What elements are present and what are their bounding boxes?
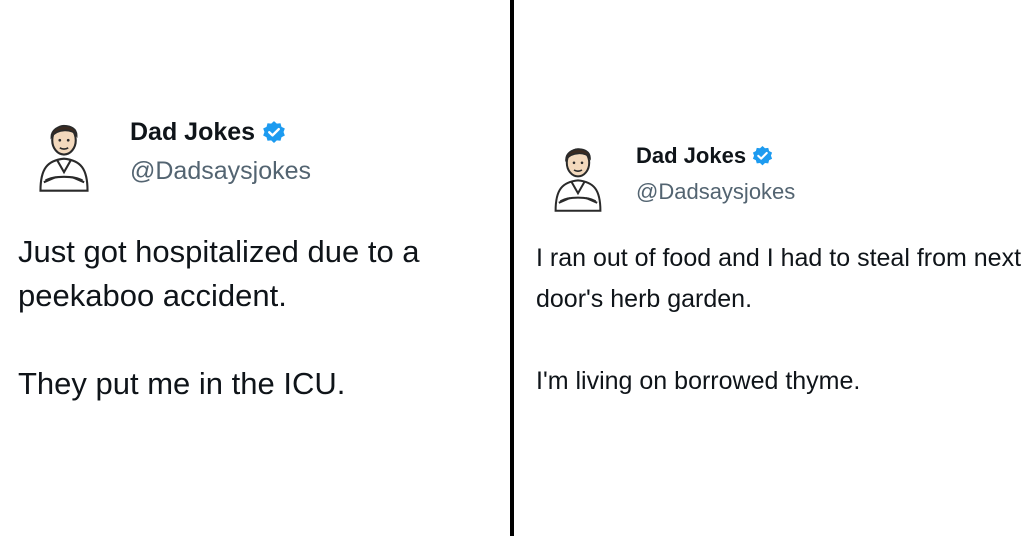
tweet-header: Dad Jokes @Dadsaysjokes	[22, 110, 311, 194]
name-block: Dad Jokes @Dadsaysjokes	[636, 143, 795, 205]
name-row: Dad Jokes	[636, 143, 795, 169]
verified-badge-icon	[752, 145, 773, 165]
tweet-card-left: Dad Jokes @Dadsaysjokes Just got hospita…	[0, 0, 510, 536]
tweet-paragraph: I'm living on borrowed thyme.	[536, 367, 861, 395]
user-handle[interactable]: @Dadsaysjokes	[130, 157, 311, 186]
cartoon-man-avatar-icon[interactable]	[538, 134, 618, 214]
tweet-text: Just got hospitalized due to a peekaboo …	[18, 230, 506, 406]
user-handle[interactable]: @Dadsaysjokes	[636, 179, 795, 205]
display-name[interactable]: Dad Jokes	[130, 118, 255, 147]
tweet-paragraph: Just got hospitalized due to a peekaboo …	[18, 234, 420, 313]
tweet-card-right: Dad Jokes @Dadsaysjokes I ran out of foo…	[514, 0, 1024, 536]
display-name[interactable]: Dad Jokes	[636, 143, 746, 169]
tweet-paragraph: They put me in the ICU.	[18, 366, 346, 401]
cartoon-man-avatar-icon[interactable]	[22, 110, 106, 194]
tweet-paragraph: I ran out of food and I had to steal fro…	[536, 244, 1022, 313]
verified-badge-icon	[263, 120, 285, 143]
tweet-text: I ran out of food and I had to steal fro…	[536, 238, 1024, 402]
name-block: Dad Jokes @Dadsaysjokes	[130, 118, 311, 186]
name-row: Dad Jokes	[130, 118, 311, 147]
tweet-header: Dad Jokes @Dadsaysjokes	[538, 134, 795, 214]
